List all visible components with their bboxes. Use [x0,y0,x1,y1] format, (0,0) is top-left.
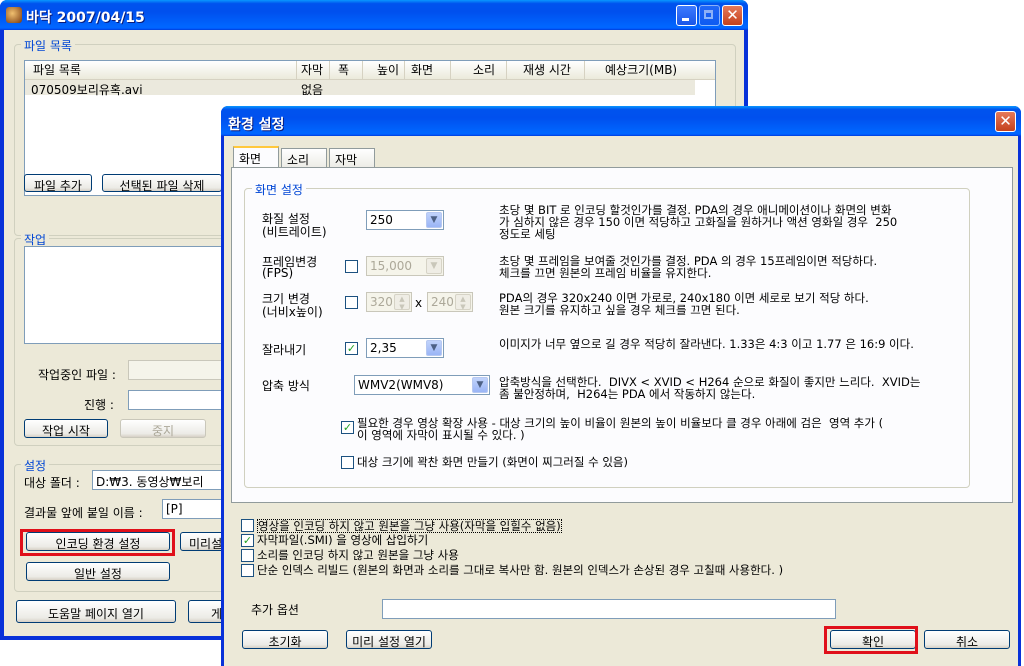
extra-options-label: 추가 옵션 [251,603,299,617]
highlight-ok-button [824,626,918,654]
close-button[interactable]: ✕ [722,5,743,26]
fill-checkbox[interactable] [341,456,354,469]
file-list-group-label: 파일 목록 [21,37,75,54]
row-file-name: 070509보리유혹.avi [31,83,143,97]
fps-checkbox[interactable] [345,260,358,273]
no-audio-encode-text[interactable]: 소리를 인코딩 하지 않고 원본을 그냥 사용 [257,549,459,561]
spinner-arrows-icon[interactable]: ▲ ▼ [394,294,410,311]
target-folder-label: 대상 폴더 : [24,476,80,490]
codec-label: 압축 방식 [262,379,310,393]
index-rebuild-text[interactable]: 단순 인덱스 리빌드 (원본의 화면과 소리를 그대로 복사만 함. 원본의 인… [257,564,783,576]
col-width[interactable]: 폭 [330,61,363,79]
start-work-button[interactable]: 작업 시작 [24,419,108,438]
dialog-title: 환경 설정 [228,117,285,133]
extra-options-field[interactable] [382,599,836,619]
index-rebuild-checkbox[interactable] [241,564,254,577]
fps-sublabel: (FPS) [262,266,294,280]
file-list-header: 파일 목록 자막 폭 높이 화면 소리 재생 시간 예상크기(MB) [25,61,715,80]
col-height[interactable]: 높이 [363,61,405,79]
col-subtitle[interactable]: 자막 [297,61,330,79]
fill-option-text[interactable]: 대상 크기에 꽉찬 화면 만들기 (화면이 찌그러질 수 있음) [357,456,628,468]
fps-description: 초당 몇 프레임을 보여줄 것인가를 결정. PDA 의 경우 15프레임이면 … [499,254,878,280]
col-duration[interactable]: 재생 시간 [507,61,585,79]
progress-label: 진행 : [84,398,114,412]
codec-combo[interactable]: WMV2(WMV8) ▼ [354,375,490,395]
codec-description: 압축방식을 선택한다. DIVX < XVID < H264 순으로 화질이 좋… [499,375,921,401]
add-file-button[interactable]: 파일 추가 [24,174,92,193]
stop-button[interactable]: 중지 [120,419,206,438]
crop-label: 잘라내기 [262,343,307,357]
maximize-button[interactable] [699,5,720,26]
size-checkbox[interactable] [345,296,358,309]
current-file-label: 작업중인 파일 : [38,368,116,382]
settings-group-label: 설정 [21,457,50,474]
highlight-encoding-settings [20,529,175,556]
dialog-titlebar[interactable] [221,106,1021,136]
tab-audio[interactable]: 소리 [281,148,327,168]
tab-subtitle[interactable]: 자막 [329,148,375,168]
dialog-close-button[interactable]: ✕ [995,111,1016,132]
open-preset-button[interactable]: 미리 설정 열기 [346,630,432,649]
size-x-label: x [415,296,423,310]
width-spinner[interactable]: 320 ▲ ▼ [366,292,412,312]
chevron-down-icon[interactable]: ▼ [426,212,442,228]
settings-dialog: 환경 설정 ✕ 화면 소리 자막 화면 설정 화질 설정 (비트레이트) 250… [221,106,1021,666]
col-video[interactable]: 화면 [405,61,451,79]
minimize-button[interactable] [676,5,697,26]
close-icon: ✕ [726,6,739,24]
screen-settings-group-label: 화면 설정 [252,181,306,198]
crop-description: 이미지가 너무 옆으로 길 경우 적당히 잘라낸다. 1.33은 4:3 이고 … [499,337,914,351]
height-value: 240 [431,295,454,309]
chevron-down-icon[interactable]: ▼ [426,258,442,274]
spinner-arrows-icon[interactable]: ▲ ▼ [455,294,471,311]
main-window-title: 바닥 2007/04/15 [26,10,145,26]
fps-value: 15,000 [370,259,412,273]
expand-checkbox[interactable]: ✓ [341,421,354,434]
quality-sublabel: (비트레이트) [262,225,327,239]
col-audio[interactable]: 소리 [451,61,507,79]
close-icon: ✕ [999,112,1012,130]
row-subtitle: 없음 [301,83,324,97]
bitrate-value: 250 [370,213,393,227]
expand-option-text[interactable]: 필요한 경우 영상 확장 사용 - 대상 크기의 높이 비율이 원본의 높이 비… [357,417,883,441]
prefix-label: 결과물 앞에 붙일 이름 : [24,506,143,520]
height-spinner[interactable]: 240 ▲ ▼ [427,292,473,312]
bitrate-combo[interactable]: 250 ▼ [366,210,444,230]
delete-selected-button[interactable]: 선택된 파일 삭제 [102,174,222,193]
help-page-button[interactable]: 도움말 페이지 열기 [16,600,176,623]
embed-subtitle-text[interactable]: 자막파일(.SMI) 을 영상에 삽입하기 [257,534,428,546]
crop-checkbox[interactable]: ✓ [345,342,358,355]
chevron-down-icon[interactable]: ▼ [472,377,488,393]
crop-value: 2,35 [370,341,397,355]
cancel-button[interactable]: 취소 [924,630,1010,649]
codec-value: WMV2(WMV8) [358,378,444,392]
width-value: 320 [370,295,393,309]
app-icon [6,7,22,23]
tab-screen[interactable]: 화면 [233,146,279,169]
size-description: PDA의 경우 320x240 이면 가로로, 240x180 이면 세로로 보… [499,291,869,317]
chevron-down-icon[interactable]: ▼ [426,340,442,356]
general-settings-button[interactable]: 일반 설정 [26,562,170,581]
size-sublabel: (너비x높이) [262,305,323,319]
fps-combo[interactable]: 15,000 ▼ [366,256,444,276]
col-file-list[interactable]: 파일 목록 [25,61,297,79]
col-est-size[interactable]: 예상크기(MB) [585,61,715,79]
no-video-encode-text[interactable]: 영상을 인코딩 하지 않고 원본을 그냥 사용(자막을 입힐수 없음) [257,519,562,533]
table-row[interactable]: 070509보리유혹.avi 없음 [25,80,695,97]
embed-subtitle-checkbox[interactable]: ✓ [241,534,254,547]
reset-button[interactable]: 초기화 [242,630,328,649]
quality-description: 초당 몇 BIT 로 인코딩 할것인가를 결정. PDA의 경우 애니메이션이나… [499,203,898,241]
dialog-client: 화면 소리 자막 화면 설정 화질 설정 (비트레이트) 250 ▼ 초당 몇 … [224,136,1018,666]
crop-combo[interactable]: 2,35 ▼ [366,338,444,358]
no-video-encode-checkbox[interactable] [241,519,254,532]
no-audio-encode-checkbox[interactable] [241,549,254,562]
